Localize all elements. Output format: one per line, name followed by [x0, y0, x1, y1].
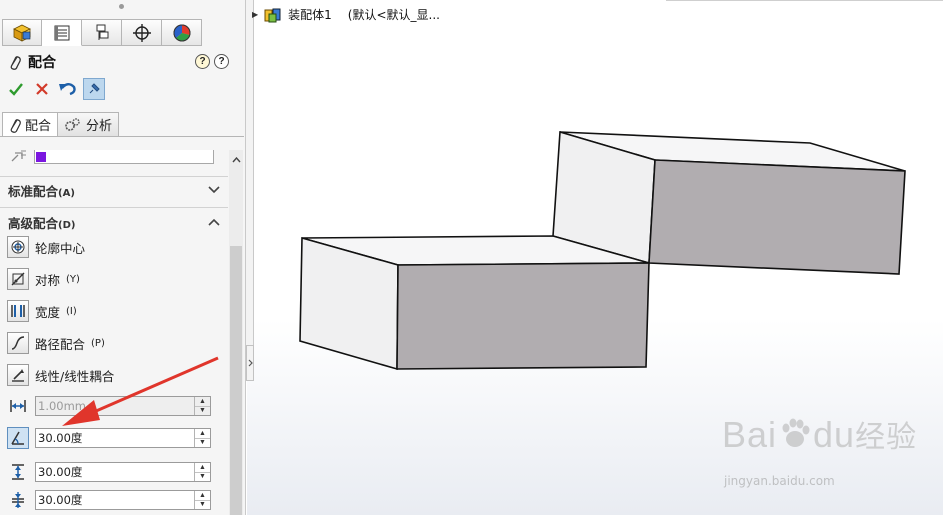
- paw-icon: [782, 418, 810, 447]
- watermark-suffix: 经验: [855, 420, 918, 455]
- watermark-brand-2: du: [813, 414, 856, 455]
- watermark-brand: Bai: [722, 414, 778, 455]
- red-arrow-annotation: [62, 356, 219, 426]
- part-block-left[interactable]: [299, 235, 650, 371]
- watermark-url: jingyan.baidu.com: [724, 474, 835, 488]
- watermark: Bai du经验 jingyan.baidu.com: [722, 412, 918, 488]
